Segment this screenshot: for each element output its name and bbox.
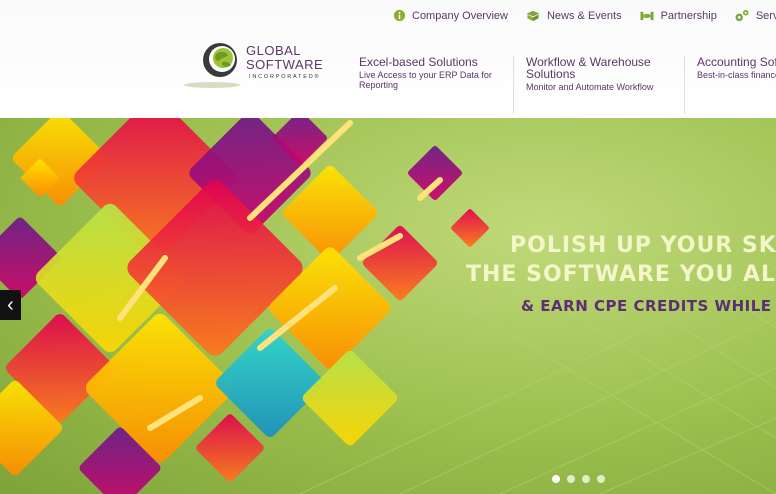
hero-slider[interactable]: POLISH UP YOUR SKILLS THE SOFTWARE YOU A… — [0, 118, 776, 494]
company-overview-link[interactable]: Company Overview — [393, 9, 508, 22]
logo-line-software: SOFTWARE — [246, 57, 324, 72]
partnership-link[interactable]: Partnership — [639, 9, 717, 22]
diamond-shape — [302, 350, 398, 446]
menu-item-title: Excel-based Solutions — [359, 55, 478, 69]
slide-indicators — [552, 475, 605, 483]
logo-line-incorporated: INCORPORATED® — [249, 74, 321, 80]
gears-icon — [735, 9, 749, 22]
diamond-cluster — [0, 118, 489, 494]
globe-logo-icon — [184, 43, 240, 88]
top-navigation: Company Overview News & Events Partnersh… — [393, 9, 776, 22]
menu-item-title: Workflow & Warehouse Solutions — [526, 55, 651, 81]
menu-item-subtitle: Best-in-class finance technology — [697, 70, 776, 80]
logo-wordmark: GLOBAL SOFTWARE — [246, 44, 323, 72]
diamond-shape — [451, 209, 489, 247]
menu-item-title: Accounting Software — [697, 55, 776, 69]
hero-line-1: POLISH UP YOUR SKILLS — [510, 233, 776, 258]
menu-item-excel-solutions[interactable]: Excel-based Solutions Live Access to you… — [359, 56, 514, 114]
services-label: Services — [755, 9, 776, 22]
slide-dot-4[interactable] — [597, 475, 605, 483]
news-events-label: News & Events — [546, 9, 622, 22]
handshake-icon — [640, 11, 654, 21]
chevron-left-icon: ‹ — [7, 294, 14, 316]
slide-dot-1[interactable] — [552, 475, 560, 483]
news-events-link[interactable]: News & Events — [525, 9, 622, 22]
header: Company Overview News & Events Partnersh… — [0, 0, 776, 118]
services-link[interactable]: Services — [734, 9, 776, 22]
previous-slide-button[interactable]: ‹ — [0, 290, 21, 320]
menu-item-accounting-software[interactable]: Accounting Software Best-in-class financ… — [697, 56, 776, 114]
slide-dot-3[interactable] — [582, 475, 590, 483]
hero-line-3: & EARN CPE CREDITS WHILE — [521, 297, 772, 315]
menu-item-subtitle: Monitor and Automate Workflow — [526, 82, 654, 92]
hero-line-2: THE SOFTWARE YOU ALREADY — [466, 262, 776, 287]
slide-dot-2[interactable] — [567, 475, 575, 483]
solutions-menu: Excel-based Solutions Live Access to you… — [359, 56, 776, 114]
info-icon — [393, 9, 406, 22]
menu-item-subtitle: Live Access to your ERP Data for Reporti… — [359, 70, 492, 90]
diamond-shape — [408, 146, 462, 200]
menu-item-workflow-solutions[interactable]: Workflow & Warehouse Solutions Monitor a… — [526, 56, 685, 114]
logo-line-global: GLOBAL — [246, 43, 302, 58]
open-box-icon — [526, 10, 540, 22]
global-software-logo[interactable]: GLOBAL SOFTWARE INCORPORATED® — [184, 40, 334, 90]
partnership-label: Partnership — [660, 9, 717, 22]
company-overview-label: Company Overview — [412, 9, 508, 22]
